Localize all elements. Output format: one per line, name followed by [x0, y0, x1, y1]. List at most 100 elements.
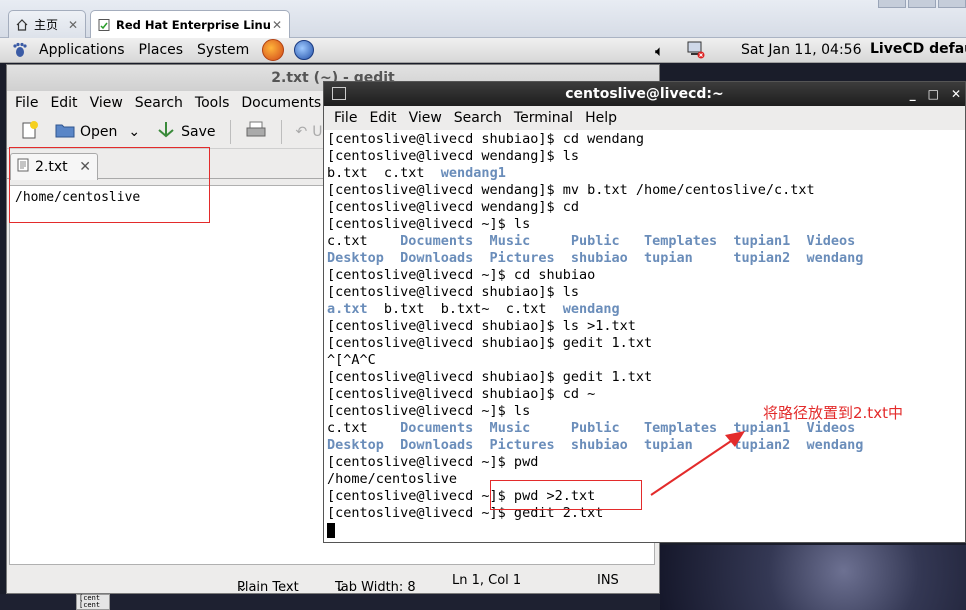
menu-view[interactable]: View: [403, 110, 448, 126]
terminal-line: b.txt c.txt wendang1: [327, 165, 962, 182]
toolbar-separator: [229, 119, 231, 144]
terminal-line: [centoslive@livecd shubiao]$ gedit 1.txt: [327, 335, 962, 352]
terminal-text: [centoslive@livecd ~]$ ls: [327, 403, 531, 419]
folder-icon: [55, 121, 75, 143]
terminal-line: [centoslive@livecd shubiao]$ gedit 1.txt: [327, 369, 962, 386]
undo-label: U: [312, 123, 323, 140]
open-button[interactable]: Open ⌄: [49, 119, 146, 145]
terminal-text: [centoslive@livecd shubiao]$ ls: [327, 284, 579, 300]
annotation-arrow: [650, 431, 745, 496]
printer-icon: [245, 121, 267, 143]
menu-terminal[interactable]: Terminal: [508, 110, 579, 126]
close-tab-icon[interactable]: ✕: [67, 18, 79, 32]
network-icon[interactable]: [686, 41, 706, 59]
terminal-text: [centoslive@livecd wendang]$ ls: [327, 148, 579, 164]
volume-icon[interactable]: 🔈︎: [655, 42, 664, 60]
terminal-line: [centoslive@livecd shubiao]$ cd wendang: [327, 131, 962, 148]
open-label: Open: [80, 123, 118, 140]
annotation-text: 将路径放置到2.txt中: [763, 404, 903, 422]
menu-file[interactable]: File: [9, 95, 44, 111]
close-button[interactable]: [938, 0, 966, 8]
close-button[interactable]: ✕: [951, 82, 961, 106]
new-button[interactable]: [13, 118, 45, 146]
menu-search[interactable]: Search: [448, 110, 508, 126]
terminal-line: [centoslive@livecd ~]$ gedit 2.txt: [327, 505, 962, 522]
user-menu[interactable]: LiveCD defau: [870, 41, 966, 57]
cursor-position: Ln 1, Col 1: [452, 572, 522, 588]
terminal-line: [centoslive@livecd ~]$ ls: [327, 216, 962, 233]
home-icon: [15, 18, 29, 32]
terminal-text: [centoslive@livecd shubiao]$ cd wendang: [327, 131, 644, 147]
menu-search[interactable]: Search: [129, 95, 189, 111]
terminal-line: [centoslive@livecd wendang]$ cd: [327, 199, 962, 216]
taskbar-button[interactable]: [cent [cent: [76, 594, 110, 610]
minimize-button[interactable]: _: [910, 82, 916, 106]
terminal-line: [centoslive@livecd wendang]$ ls: [327, 148, 962, 165]
terminal-text: [centoslive@livecd shubiao]$ gedit 1.txt: [327, 369, 653, 385]
menu-file[interactable]: File: [328, 110, 363, 126]
browser-tab-strip: 主页 ✕ Red Hat Enterprise Linux ... ✕: [0, 0, 966, 39]
tab-width-label: Tab Width: 8: [335, 580, 416, 595]
directory-listing: a.txt: [327, 301, 368, 317]
terminal-text: c.txt: [327, 420, 401, 436]
terminal-text: /home/centoslive: [327, 471, 458, 487]
terminal-text: [centoslive@livecd wendang]$ mv b.txt /h…: [327, 182, 815, 198]
terminal-text: [centoslive@livecd shubiao]$ gedit 1.txt: [327, 335, 653, 351]
terminal-icon: [332, 87, 346, 100]
chevron-down-icon: ⌄: [237, 580, 248, 595]
close-tab-icon[interactable]: ✕: [271, 18, 283, 32]
window-controls: _ □ ✕: [910, 82, 961, 106]
terminal-prompt-line: [327, 522, 962, 539]
browser-tab-redhat[interactable]: Red Hat Enterprise Linux ... ✕: [90, 10, 290, 39]
directory-listing: Desktop Downloads Pictures shubiao tupia…: [327, 437, 864, 453]
terminal-line: [centoslive@livecd shubiao]$ cd ~: [327, 386, 962, 403]
terminal-title: centoslive@livecd:~: [565, 86, 724, 102]
terminal-text: [centoslive@livecd shubiao]$ ls >1.txt: [327, 318, 636, 334]
terminal-text: b.txt c.txt: [327, 165, 441, 181]
save-icon: [156, 121, 176, 143]
browser-tab-home[interactable]: 主页 ✕: [8, 10, 86, 38]
menu-documents[interactable]: Documents: [235, 95, 327, 111]
thunderbird-icon[interactable]: [294, 40, 315, 60]
chevron-down-icon[interactable]: ⌄: [128, 124, 140, 140]
toolbar-separator: [280, 119, 282, 144]
print-button[interactable]: [239, 119, 273, 145]
clock[interactable]: Sat Jan 11, 04:56: [741, 42, 862, 58]
maximize-button[interactable]: □: [928, 82, 939, 106]
terminal-text: [centoslive@livecd ~]$ cd shubiao: [327, 267, 596, 283]
maximize-button[interactable]: [908, 0, 936, 8]
page-icon: [97, 18, 111, 32]
menu-edit[interactable]: Edit: [44, 95, 83, 111]
terminal-text: [centoslive@livecd ~]$ pwd: [327, 454, 539, 470]
terminal-text: [centoslive@livecd wendang]$ cd: [327, 199, 579, 215]
menu-tools[interactable]: Tools: [189, 95, 236, 111]
undo-icon: ↶: [295, 123, 308, 140]
system-menu[interactable]: System: [190, 42, 256, 58]
browser-tab-label: 主页: [34, 18, 59, 32]
terminal-text: c.txt: [327, 233, 401, 249]
firefox-icon[interactable]: [262, 39, 285, 61]
directory-listing: Documents Music Public Templates tupian1…: [400, 233, 856, 249]
terminal-line: [centoslive@livecd shubiao]$ ls: [327, 284, 962, 301]
terminal-line: [centoslive@livecd wendang]$ mv b.txt /h…: [327, 182, 962, 199]
menu-help[interactable]: Help: [579, 110, 623, 126]
gnome-foot-icon[interactable]: [12, 42, 28, 58]
gedit-statusbar: Plain Text ⌄ Tab Width: 8 ⌄ Ln 1, Col 1 …: [7, 567, 659, 596]
terminal-line: [centoslive@livecd ~]$ cd shubiao: [327, 267, 962, 284]
terminal-line: [centoslive@livecd shubiao]$ ls >1.txt: [327, 318, 962, 335]
terminal-text: b.txt b.txt~ c.txt: [367, 301, 563, 317]
text-cursor: [327, 522, 335, 538]
places-menu[interactable]: Places: [132, 42, 191, 58]
terminal-menubar: File Edit View Search Terminal Help: [324, 106, 965, 130]
window-controls: [704, 0, 966, 8]
save-button[interactable]: Save: [150, 119, 221, 145]
menu-view[interactable]: View: [84, 95, 129, 111]
directory-listing: wendang: [562, 301, 620, 317]
applications-menu[interactable]: Applications: [32, 42, 132, 58]
menu-edit[interactable]: Edit: [363, 110, 402, 126]
gnome-top-panel: Applications Places System 🔈︎ Sat Jan 11…: [0, 38, 966, 63]
directory-listing: Desktop Downloads Pictures shubiao tupia…: [327, 250, 864, 266]
minimize-button[interactable]: [878, 0, 906, 8]
terminal-text: ^[^A^C: [327, 352, 376, 368]
terminal-line: a.txt b.txt b.txt~ c.txt wendang: [327, 301, 962, 318]
